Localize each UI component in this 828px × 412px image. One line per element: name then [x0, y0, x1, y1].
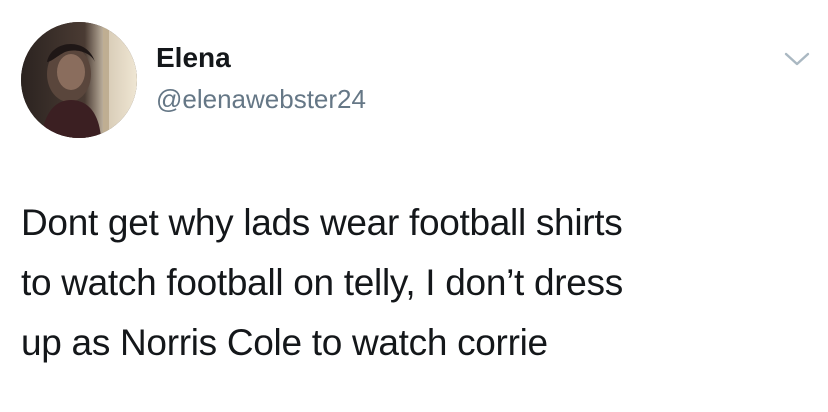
avatar-photo-icon	[21, 22, 137, 138]
chevron-down-icon[interactable]	[782, 48, 812, 70]
avatar[interactable]	[21, 22, 137, 138]
author-handle[interactable]: @elenawebster24	[156, 83, 366, 115]
tweet-text-line: to watch football on telly, I don’t dres…	[21, 262, 623, 303]
tweet-text-line: Dont get why lads wear football shirts	[21, 202, 623, 243]
tweet-text-line: up as Norris Cole to watch corrie	[21, 322, 548, 363]
tweet-text: Dont get why lads wear football shirts t…	[21, 193, 821, 373]
author-display-name[interactable]: Elena	[156, 41, 231, 75]
tweet-card: Elena @elenawebster24 Dont get why lads …	[0, 0, 828, 412]
